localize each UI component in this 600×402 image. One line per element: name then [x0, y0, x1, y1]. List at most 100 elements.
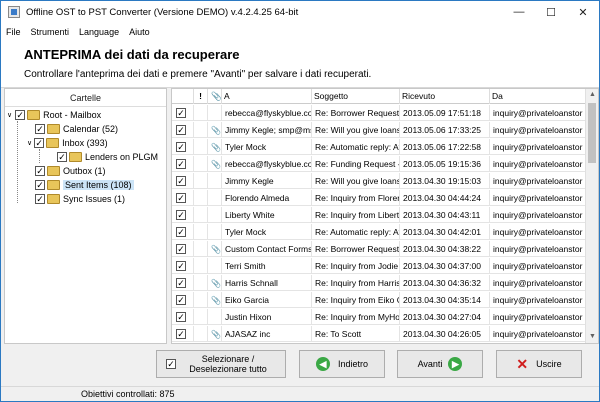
- table-row[interactable]: ✓ Florendo Almeda Re: Inquiry from Floren 2…: [172, 190, 587, 206]
- row-received-cell: 2013.04.30 04:42:01: [400, 224, 490, 240]
- row-select-cell: ✓: [172, 139, 194, 155]
- row-checkbox[interactable]: ✓: [176, 193, 186, 203]
- row-received-cell: 2013.04.30 04:37:00: [400, 258, 490, 274]
- folder-icon: [47, 166, 60, 176]
- paperclip-icon: 📎: [211, 330, 221, 339]
- row-received-cell: 2013.04.30 04:43:11: [400, 207, 490, 223]
- row-from-cell: inquiry@privateloanstor: [493, 329, 583, 339]
- table-row[interactable]: ✓ Tyler Mock Re: Automatic reply: At 2013.0…: [172, 224, 587, 240]
- table-row[interactable]: ✓ 📎 AJASAZ inc Re: To Scott 2013.04.30 04:26…: [172, 326, 587, 342]
- row-select-cell: ✓: [172, 207, 194, 223]
- row-checkbox[interactable]: ✓: [176, 261, 186, 271]
- row-from-cell: inquiry@privateloanstor: [490, 343, 587, 344]
- tree-checkbox[interactable]: ✓: [34, 138, 45, 148]
- menu-tools[interactable]: Strumenti: [31, 27, 70, 37]
- tree-checkbox[interactable]: ✓: [35, 180, 45, 190]
- column-header-to[interactable]: A: [222, 89, 312, 104]
- paperclip-icon[interactable]: 📎: [208, 89, 222, 104]
- tree-checkbox[interactable]: ✓: [35, 166, 45, 176]
- row-attach-cell: [208, 190, 222, 206]
- column-header-priority[interactable]: !: [194, 89, 208, 104]
- row-received-cell: 2013.04.30 04:38:22: [400, 241, 490, 257]
- row-to-cell: Custom Contact Forms: [222, 241, 312, 257]
- row-priority-cell: [194, 309, 208, 325]
- menu-file[interactable]: File: [6, 27, 21, 37]
- close-button[interactable]: ✕: [567, 1, 599, 23]
- scrollbar-thumb[interactable]: [588, 103, 596, 163]
- row-select-cell: ✓: [172, 275, 194, 291]
- row-checkbox[interactable]: ✓: [176, 159, 186, 169]
- tree-item-calendar[interactable]: ✓ Calendar (52): [35, 122, 118, 136]
- row-attach-cell: 📎: [208, 275, 222, 291]
- row-received-cell: 2013.04.30 04:35:14: [400, 292, 490, 308]
- tree-item-root[interactable]: ∨ ✓ Root - Mailbox: [7, 108, 101, 122]
- table-row[interactable]: ✓ 📎 Jimmy Kegle; smp@msb Re: Will you give …: [172, 122, 587, 138]
- menu-language[interactable]: Language: [79, 27, 119, 37]
- row-checkbox[interactable]: ✓: [176, 227, 186, 237]
- row-received-cell: 2013.04.30 04:36:32: [400, 275, 490, 291]
- table-row[interactable]: ✓ LisaRe: Fortune Builders Co2013.04.30 0…: [172, 343, 587, 344]
- minimize-button[interactable]: —: [503, 1, 535, 23]
- table-row[interactable]: ✓ 📎 Tyler Mock Re: Automatic reply: At 2013.…: [172, 139, 587, 155]
- row-checkbox[interactable]: ✓: [176, 312, 186, 322]
- tree-checkbox[interactable]: ✓: [35, 124, 45, 134]
- tree-checkbox[interactable]: ✓: [35, 194, 45, 204]
- select-all-button[interactable]: ✓ Selezionare / Deselezionare tutto: [156, 350, 286, 378]
- exit-button[interactable]: ✕ Uscire: [496, 350, 582, 378]
- tree-item-sent[interactable]: ✓ Sent Items (108): [35, 178, 134, 192]
- column-header-select[interactable]: [172, 89, 194, 104]
- row-from-cell: inquiry@privateloanstor: [493, 193, 583, 203]
- row-select-cell: ✓: [172, 326, 194, 342]
- table-row[interactable]: ✓ 📎 Eiko Garcia Re: Inquiry from Eiko G 2013…: [172, 292, 587, 308]
- row-checkbox[interactable]: ✓: [176, 329, 186, 339]
- tree-checkbox[interactable]: ✓: [15, 110, 26, 120]
- table-row[interactable]: ✓ 📎 Custom Contact Forms Re: Borrower Reque…: [172, 241, 587, 257]
- tree-checkbox[interactable]: ✓: [57, 152, 67, 162]
- tree-item-inbox[interactable]: ∨ ✓ Inbox (393): [27, 136, 108, 150]
- row-from-cell: inquiry@privateloanstor: [493, 159, 583, 169]
- row-attach-cell: 📎: [208, 241, 222, 257]
- row-checkbox[interactable]: ✓: [176, 210, 186, 220]
- row-checkbox[interactable]: ✓: [176, 176, 186, 186]
- tree-item-outbox[interactable]: ✓ Outbox (1): [35, 164, 106, 178]
- row-to-cell: Terri Smith: [222, 258, 312, 274]
- row-checkbox[interactable]: ✓: [176, 295, 186, 305]
- maximize-button[interactable]: ☐: [535, 1, 567, 23]
- menu-help[interactable]: Aiuto: [129, 27, 150, 37]
- column-header-received[interactable]: Ricevuto: [400, 89, 490, 104]
- status-bar: Obiettivi controllati: 875: [1, 386, 599, 401]
- row-received-cell: 2013.04.30 04:27:04: [400, 309, 490, 325]
- scroll-up-icon[interactable]: ▲: [586, 89, 598, 101]
- row-checkbox[interactable]: ✓: [176, 125, 186, 135]
- grid-scrollbar[interactable]: ▲ ▼: [585, 89, 598, 343]
- table-row[interactable]: ✓ Justin Hixon Re: Inquiry from MyHou 2013.…: [172, 309, 587, 325]
- back-button[interactable]: ◀ Indietro: [299, 350, 385, 378]
- paperclip-icon: 📎: [211, 143, 221, 152]
- row-subject-cell: Re: Borrower Request: [312, 105, 400, 121]
- table-row[interactable]: ✓ Terri Smith Re: Inquiry from Jodie 2013.0…: [172, 258, 587, 274]
- tree-item-sync[interactable]: ✓ Sync Issues (1): [35, 192, 125, 206]
- next-button[interactable]: Avanti ▶: [397, 350, 483, 378]
- row-checkbox[interactable]: ✓: [176, 244, 186, 254]
- table-row[interactable]: ✓ Liberty White Re: Inquiry from Liberty 20…: [172, 207, 587, 223]
- folder-icon: [47, 180, 60, 190]
- select-all-checkbox[interactable]: ✓: [166, 359, 176, 369]
- row-attach-cell: 📎: [208, 156, 222, 172]
- row-select-cell: ✓: [172, 309, 194, 325]
- row-checkbox[interactable]: ✓: [176, 278, 186, 288]
- row-checkbox[interactable]: ✓: [176, 142, 186, 152]
- row-received-cell: 2013.05.06 17:33:25: [400, 122, 490, 138]
- tree-item-lenders[interactable]: ✓ Lenders on PLGM: [57, 150, 158, 164]
- table-row[interactable]: ✓ 📎 Harris Schnall Re: Inquiry from Harris 2…: [172, 275, 587, 291]
- column-header-from[interactable]: Da: [490, 89, 587, 104]
- table-row[interactable]: ✓ rebecca@flyskyblue.com Re: Borrower Requ…: [172, 105, 587, 121]
- column-header-subject[interactable]: Soggetto: [312, 89, 400, 104]
- row-priority-cell: [194, 292, 208, 308]
- row-checkbox[interactable]: ✓: [176, 108, 186, 118]
- scroll-down-icon[interactable]: ▼: [586, 331, 598, 343]
- table-row[interactable]: ✓ 📎 rebecca@flyskyblue.com Re: Funding Requ…: [172, 156, 587, 172]
- table-row[interactable]: ✓ Jimmy Kegle Re: Will you give loans i 201…: [172, 173, 587, 189]
- paperclip-icon: 📎: [211, 160, 221, 169]
- row-from-cell: inquiry@privateloanstor: [493, 261, 583, 271]
- row-from-cell: inquiry@privateloanstor: [493, 210, 583, 220]
